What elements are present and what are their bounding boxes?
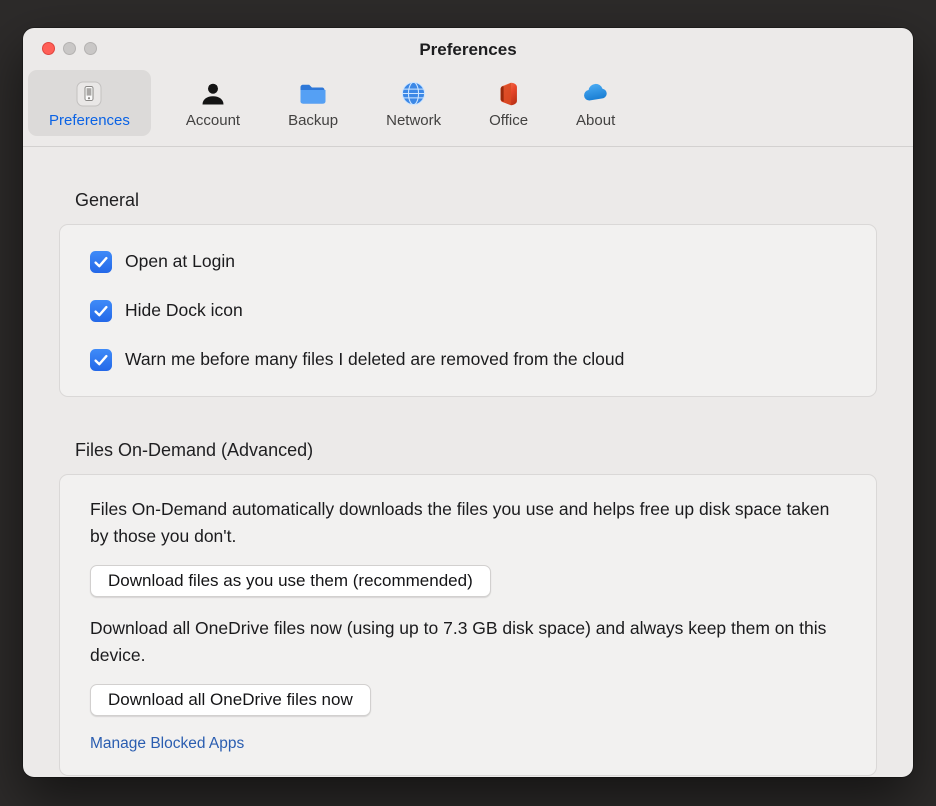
- office-icon: [495, 78, 523, 109]
- download-files-as-used-button[interactable]: Download files as you use them (recommen…: [90, 565, 491, 597]
- checkbox-checked-icon[interactable]: [90, 299, 112, 322]
- minimize-button[interactable]: [63, 42, 76, 55]
- preferences-window: Preferences Preferences Account Backup N…: [23, 28, 913, 777]
- manage-blocked-apps-link[interactable]: Manage Blocked Apps: [90, 735, 244, 753]
- checkbox-label: Hide Dock icon: [125, 300, 243, 320]
- tab-network[interactable]: Network: [373, 70, 454, 136]
- person-icon: [199, 78, 227, 109]
- general-heading: General: [75, 190, 140, 210]
- device-icon: [74, 78, 104, 109]
- tab-label: Account: [185, 112, 241, 129]
- zoom-button[interactable]: [84, 42, 97, 55]
- content-area: General Open at Login Hide Dock icon War…: [23, 190, 913, 776]
- tab-label: About: [576, 112, 616, 129]
- tab-account[interactable]: Account: [173, 70, 253, 136]
- files-on-demand-group: Files On-Demand automatically downloads …: [59, 474, 877, 776]
- tab-backup[interactable]: Backup: [275, 70, 351, 136]
- tab-label: Preferences: [49, 112, 130, 129]
- toolbar: Preferences Account Backup Network Offic…: [23, 66, 913, 147]
- tab-office[interactable]: Office: [476, 70, 541, 136]
- tab-about[interactable]: About: [563, 70, 628, 136]
- files-on-demand-description: Files On-Demand automatically downloads …: [90, 499, 830, 546]
- traffic-lights: [42, 42, 97, 55]
- checkbox-checked-icon[interactable]: [90, 348, 112, 371]
- files-on-demand-heading: Files On-Demand (Advanced): [75, 440, 314, 460]
- checkbox-row-open-at-login[interactable]: Open at Login: [90, 237, 846, 286]
- titlebar: Preferences: [23, 28, 913, 66]
- close-button[interactable]: [42, 42, 55, 55]
- checkbox-label: Warn me before many files I deleted are …: [125, 349, 625, 369]
- checkbox-row-warn-before-delete[interactable]: Warn me before many files I deleted are …: [90, 335, 846, 384]
- tab-preferences[interactable]: Preferences: [28, 70, 151, 136]
- download-all-onedrive-files-button[interactable]: Download all OneDrive files now: [90, 684, 371, 716]
- window-title: Preferences: [419, 40, 517, 59]
- checkbox-label: Open at Login: [125, 251, 235, 271]
- checkbox-checked-icon[interactable]: [90, 250, 112, 273]
- tab-label: Network: [386, 112, 442, 129]
- cloud-icon: [580, 78, 611, 109]
- checkbox-row-hide-dock-icon[interactable]: Hide Dock icon: [90, 286, 846, 335]
- folder-icon: [298, 78, 328, 109]
- download-all-description: Download all OneDrive files now (using u…: [90, 618, 827, 665]
- globe-icon: [399, 78, 428, 109]
- general-group: Open at Login Hide Dock icon Warn me bef…: [59, 224, 877, 397]
- tab-label: Office: [489, 112, 529, 129]
- tab-label: Backup: [288, 112, 339, 129]
